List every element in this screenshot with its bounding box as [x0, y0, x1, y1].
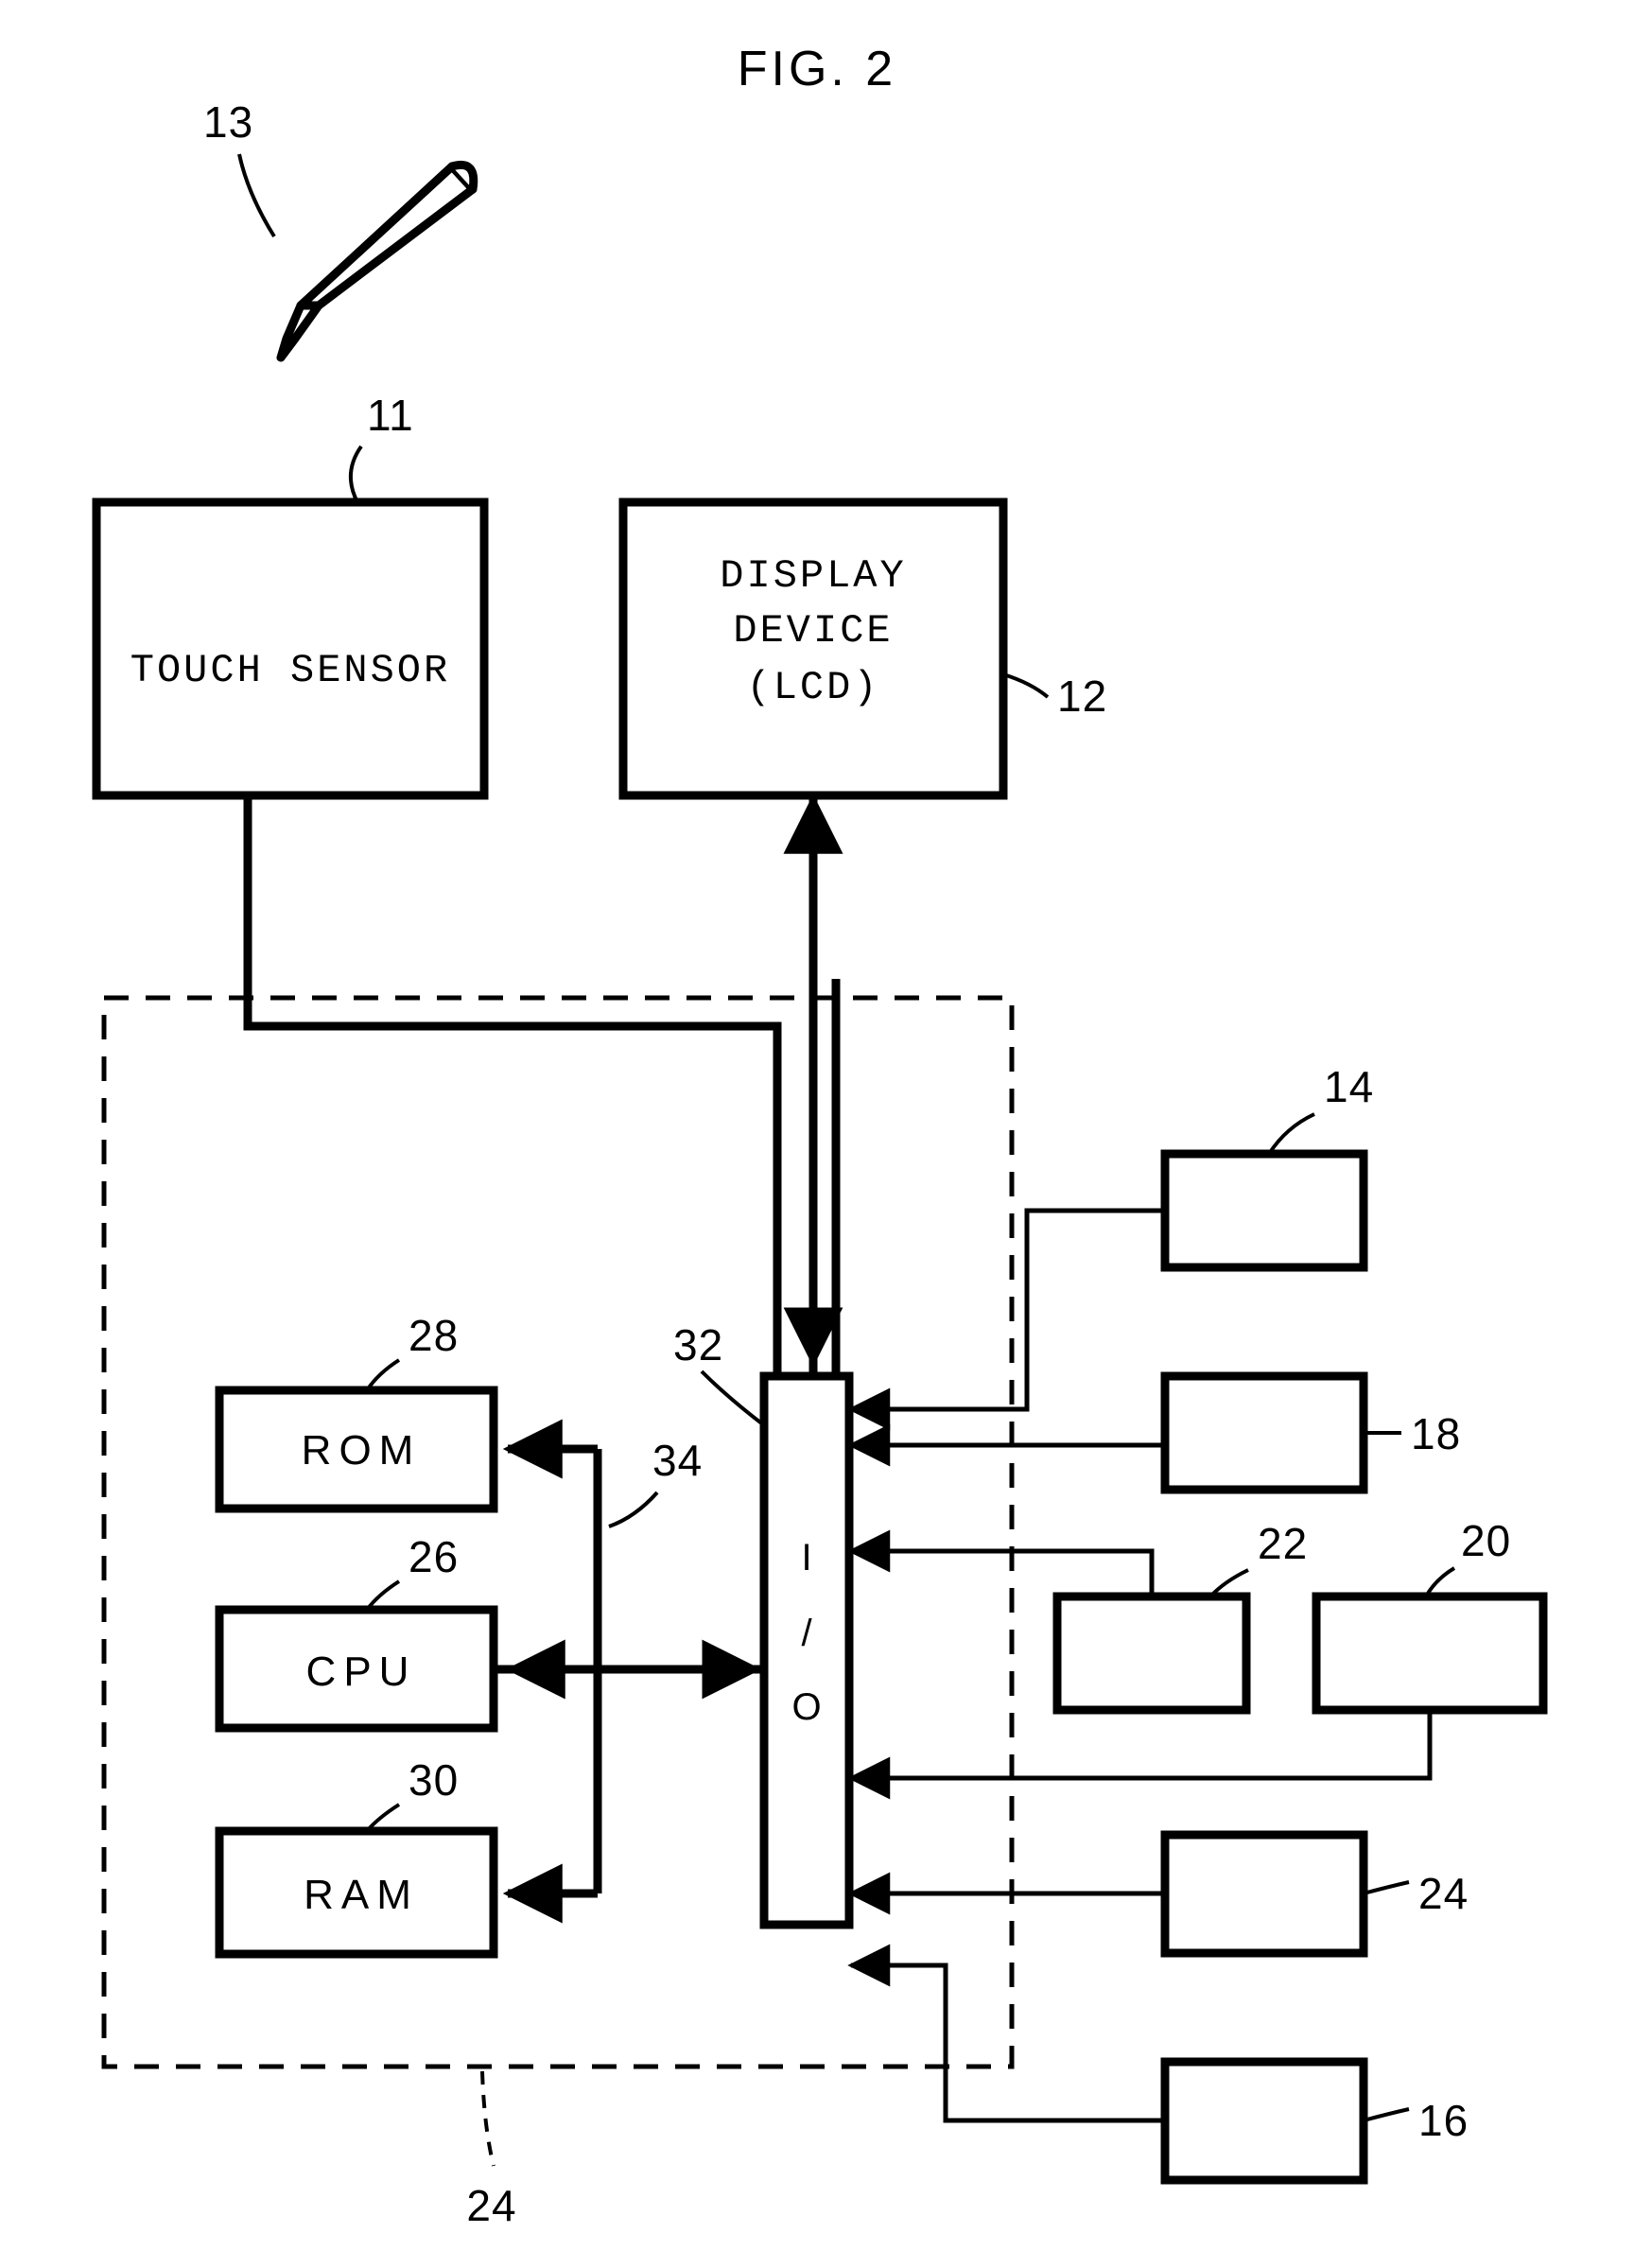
ref-number-right-24: 24 — [1418, 1869, 1469, 1918]
peripheral-box-16[interactable] — [1160, 2057, 1368, 2185]
ref-number-28: 28 — [408, 1311, 459, 1360]
ref-number-16: 16 — [1418, 2096, 1469, 2145]
ref-number-12: 12 — [1057, 672, 1107, 721]
ref-number-enclosure-24: 24 — [466, 2181, 516, 2230]
patent-figure-svg: FIG. 2 13 TOUCH SENSOR 11 DISPLAY DEVICE… — [0, 0, 1634, 2268]
ref-number-20: 20 — [1461, 1516, 1511, 1565]
cpu-label: CPU — [306, 1649, 417, 1695]
rom-label: ROM — [302, 1427, 422, 1474]
peripheral-box-20[interactable] — [1312, 1592, 1548, 1715]
ref-number-18: 18 — [1411, 1409, 1461, 1458]
ref-number-14: 14 — [1324, 1062, 1374, 1111]
figure-canvas: FIG. 2 13 TOUCH SENSOR 11 DISPLAY DEVICE… — [0, 0, 1634, 2268]
display-device-label-line3: (LCD) — [746, 665, 879, 710]
io-label-line3: O — [791, 1686, 821, 1728]
io-label-line1: I — [801, 1537, 811, 1579]
display-device-label-line2: DEVICE — [733, 608, 893, 654]
ref-number-stylus: 13 — [203, 97, 253, 147]
display-device-label-line1: DISPLAY — [720, 553, 906, 599]
ref-number-34: 34 — [652, 1436, 703, 1485]
peripheral-box-18[interactable] — [1160, 1371, 1368, 1494]
ref-number-22: 22 — [1258, 1519, 1308, 1568]
ref-number-26: 26 — [408, 1532, 459, 1581]
peripheral-box-24[interactable] — [1160, 1830, 1368, 1958]
ref-number-11: 11 — [367, 391, 414, 440]
ram-label: RAM — [304, 1872, 419, 1918]
ref-number-32: 32 — [673, 1320, 723, 1370]
peripheral-box-22[interactable] — [1052, 1592, 1251, 1715]
peripheral-box-14[interactable] — [1160, 1149, 1368, 1272]
touch-sensor-label: TOUCH SENSOR — [130, 648, 450, 693]
io-label-line2: / — [801, 1613, 812, 1654]
ref-number-30: 30 — [408, 1755, 459, 1805]
figure-title: FIG. 2 — [738, 42, 896, 96]
